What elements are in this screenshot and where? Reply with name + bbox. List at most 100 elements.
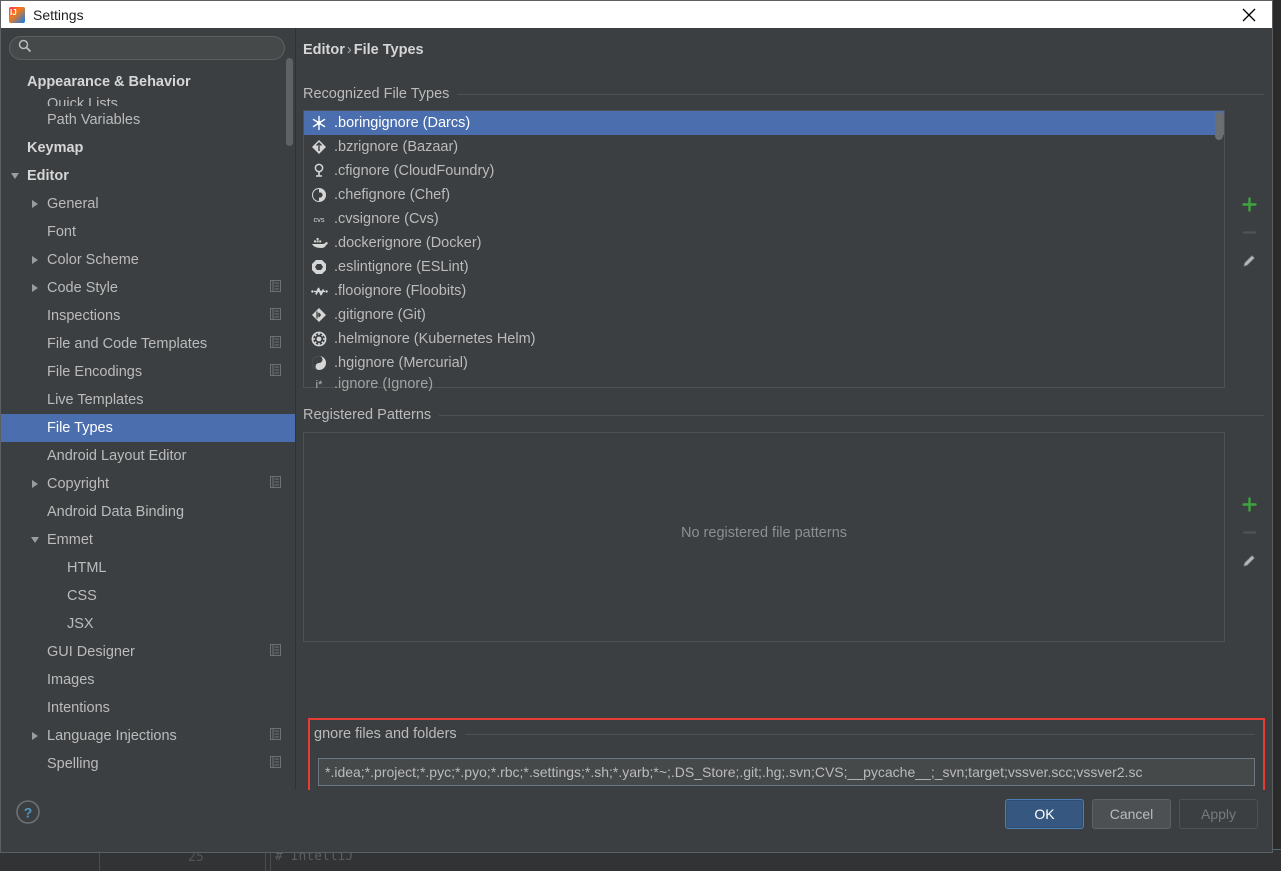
sidebar-item-editor[interactable]: Editor: [1, 162, 295, 190]
file-type-row[interactable]: .dockerignore (Docker): [304, 231, 1224, 255]
copy-settings-icon[interactable]: [270, 280, 281, 296]
file-type-row[interactable]: i* .ignore (Ignore): [304, 375, 1224, 393]
sidebar-item-css[interactable]: CSS: [1, 582, 295, 610]
sidebar-item-label: Android Layout Editor: [47, 448, 187, 464]
ignore-files-input[interactable]: [319, 759, 1254, 785]
close-icon[interactable]: [1226, 1, 1272, 28]
edit-pattern-button[interactable]: [1235, 546, 1263, 574]
sidebar-item-label: Appearance & Behavior: [27, 74, 191, 90]
sidebar-item-label: Copyright: [47, 476, 110, 492]
recognized-file-types-list[interactable]: .boringignore (Darcs) .bzrignore (Bazaar…: [303, 110, 1225, 392]
copy-settings-icon[interactable]: [270, 756, 281, 772]
sidebar-item-quick-lists[interactable]: Quick Lists: [1, 96, 295, 106]
recognized-list-scrollbar-thumb[interactable]: [1215, 112, 1223, 140]
search-box[interactable]: [9, 36, 285, 60]
chevron-down-icon[interactable]: [27, 537, 43, 543]
sidebar-item-intentions[interactable]: Intentions: [1, 694, 295, 722]
copy-settings-icon[interactable]: [270, 308, 281, 324]
sidebar-item-font[interactable]: Font: [1, 218, 295, 246]
file-type-label: .helmignore (Kubernetes Helm): [334, 331, 536, 347]
dialog-footer: ? OK Cancel Apply: [1, 790, 1272, 852]
copy-settings-icon[interactable]: [270, 644, 281, 660]
add-pattern-button[interactable]: [1235, 490, 1263, 518]
copy-settings-icon[interactable]: [270, 476, 281, 492]
chevron-right-icon[interactable]: [27, 732, 43, 740]
chevron-right-icon[interactable]: [27, 200, 43, 208]
file-type-row[interactable]: cvs .cvsignore (Cvs): [304, 207, 1224, 231]
file-type-row[interactable]: .chefignore (Chef): [304, 183, 1224, 207]
file-type-row[interactable]: .gitignore (Git): [304, 303, 1224, 327]
add-file-type-button[interactable]: [1235, 190, 1263, 218]
search-icon: [18, 39, 31, 57]
ok-button[interactable]: OK: [1005, 799, 1084, 829]
sidebar-item-label: JSX: [67, 616, 94, 632]
settings-content-pane: Editor › File Types Recognized File Types …: [296, 28, 1272, 790]
sidebar-item-appearance-behavior[interactable]: Appearance & Behavior: [1, 68, 295, 96]
sidebar-item-label: Emmet: [47, 532, 93, 548]
sidebar-item-label: Images: [47, 672, 95, 688]
sidebar-item-gui-designer[interactable]: GUI Designer: [1, 638, 295, 666]
ignore-files-section: gnore files and folders: [308, 718, 1265, 790]
file-type-row[interactable]: .helmignore (Kubernetes Helm): [304, 327, 1224, 351]
file-type-row[interactable]: .flooignore (Floobits): [304, 279, 1224, 303]
page-title: File Types: [353, 42, 424, 58]
sidebar-item-label: Code Style: [47, 280, 118, 296]
sidebar-item-file-types[interactable]: File Types: [1, 414, 295, 442]
file-type-label: .chefignore (Chef): [334, 187, 451, 203]
chevron-right-icon[interactable]: [27, 256, 43, 264]
sidebar-item-android-data-binding[interactable]: Android Data Binding: [1, 498, 295, 526]
chevron-right-icon[interactable]: [27, 480, 43, 488]
recognized-toolbar: [1234, 190, 1264, 274]
registered-patterns-list[interactable]: No registered file patterns: [303, 432, 1225, 642]
sidebar-item-live-templates[interactable]: Live Templates: [1, 386, 295, 414]
sidebar-item-android-layout-editor[interactable]: Android Layout Editor: [1, 442, 295, 470]
settings-sidebar[interactable]: Appearance & Behavior Quick Lists Path Var…: [1, 28, 296, 790]
sidebar-item-label: General: [47, 196, 99, 212]
sidebar-item-color-scheme[interactable]: Color Scheme: [1, 246, 295, 274]
mercurial-icon: [310, 355, 328, 371]
copy-settings-icon[interactable]: [270, 336, 281, 352]
sidebar-item-emmet[interactable]: Emmet: [1, 526, 295, 554]
sidebar-item-label: File Types: [47, 420, 113, 436]
recognized-file-types-header: Recognized File Types: [303, 86, 1264, 102]
ignore-files-field[interactable]: [318, 758, 1255, 786]
sidebar-item-jsx[interactable]: JSX: [1, 610, 295, 638]
registered-empty-message: No registered file patterns: [680, 525, 848, 541]
sidebar-item-label: Live Templates: [47, 392, 144, 408]
sidebar-item-file-and-code-templates[interactable]: File and Code Templates: [1, 330, 295, 358]
sidebar-item-copyright[interactable]: Copyright: [1, 470, 295, 498]
ignore-files-label: gnore files and folders: [314, 726, 457, 742]
sidebar-item-general[interactable]: General: [1, 190, 295, 218]
file-type-label: .boringignore (Darcs): [334, 115, 471, 131]
sidebar-item-label: Inspections: [47, 308, 121, 324]
cancel-button[interactable]: Cancel: [1092, 799, 1171, 829]
settings-tree[interactable]: Appearance & Behavior Quick Lists Path Var…: [1, 68, 295, 778]
sidebar-item-language-injections[interactable]: Language Injections: [1, 722, 295, 750]
sidebar-item-images[interactable]: Images: [1, 666, 295, 694]
sidebar-item-label: Color Scheme: [47, 252, 139, 268]
sidebar-item-spelling[interactable]: Spelling: [1, 750, 295, 778]
sidebar-item-file-encodings[interactable]: File Encodings: [1, 358, 295, 386]
sidebar-item-keymap[interactable]: Keymap: [1, 134, 295, 162]
sidebar-scrollbar-thumb[interactable]: [286, 58, 293, 146]
sidebar-item-path-variables[interactable]: Path Variables: [1, 106, 295, 134]
copy-settings-icon[interactable]: [270, 364, 281, 380]
sidebar-item-inspections[interactable]: Inspections: [1, 302, 295, 330]
edit-file-type-button[interactable]: [1235, 246, 1263, 274]
settings-dialog: Settings Appearance &: [0, 0, 1273, 853]
sidebar-item-html[interactable]: HTML: [1, 554, 295, 582]
remove-pattern-button: [1235, 518, 1263, 546]
help-question-icon[interactable]: ?: [15, 799, 41, 825]
file-type-row[interactable]: .hgignore (Mercurial): [304, 351, 1224, 375]
chevron-right-icon[interactable]: [27, 284, 43, 292]
breadcrumb-separator: ›: [346, 42, 352, 58]
file-type-row[interactable]: .eslintignore (ESLint): [304, 255, 1224, 279]
chevron-down-icon[interactable]: [7, 173, 23, 179]
copy-settings-icon[interactable]: [270, 728, 281, 744]
file-type-row[interactable]: .bzrignore (Bazaar): [304, 135, 1224, 159]
file-type-row[interactable]: .boringignore (Darcs): [304, 111, 1224, 135]
search-input[interactable]: [35, 40, 276, 56]
git-diamond-icon: [310, 307, 328, 323]
sidebar-item-code-style[interactable]: Code Style: [1, 274, 295, 302]
file-type-row[interactable]: .cfignore (CloudFoundry): [304, 159, 1224, 183]
